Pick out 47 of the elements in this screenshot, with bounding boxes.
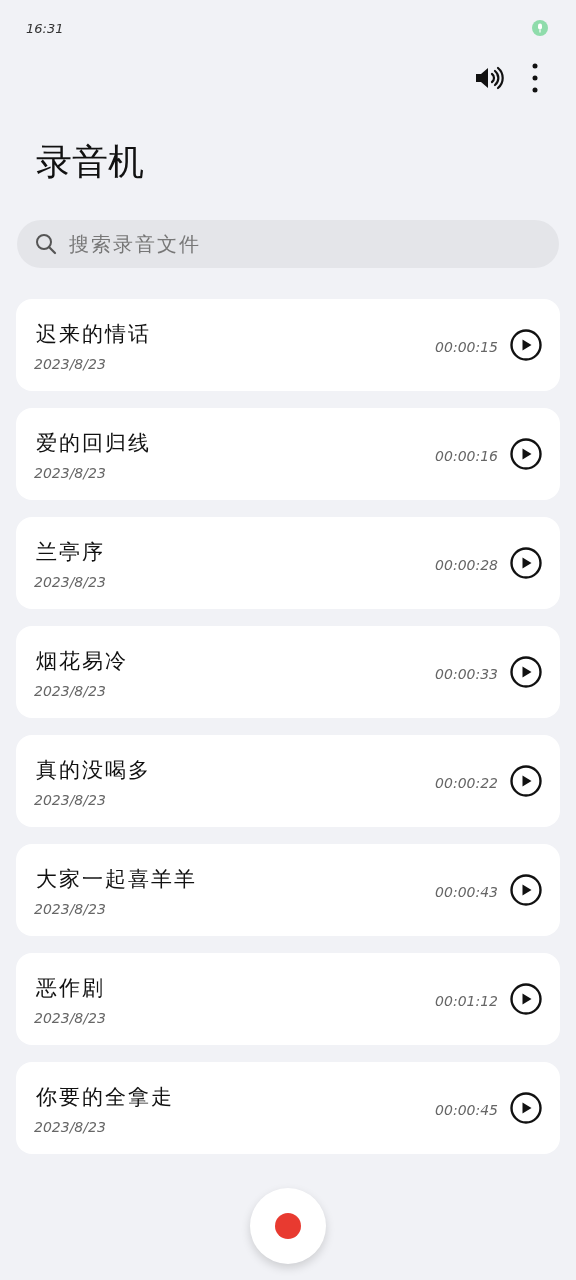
app-title: 录音机: [36, 140, 145, 184]
play-icon[interactable]: [510, 874, 542, 906]
recording-name: 兰亭序: [35, 539, 106, 566]
more-icon[interactable]: [532, 63, 538, 93]
recording-duration: 00:00:15: [435, 339, 498, 355]
recording-date: 2023/8/23: [34, 574, 107, 590]
recording-duration: 00:00:43: [435, 884, 498, 900]
search-field[interactable]: 搜索录音文件: [17, 220, 559, 268]
play-icon[interactable]: [510, 765, 542, 797]
status-time: 16:31: [26, 20, 64, 36]
play-icon[interactable]: [510, 656, 542, 688]
recording-name: 爱的回归线: [35, 430, 152, 457]
microphone-icon: [532, 20, 548, 36]
recording-date: 2023/8/23: [34, 1119, 107, 1135]
play-icon[interactable]: [510, 547, 542, 579]
recording-card[interactable]: 大家一起喜羊羊 2023/8/23 00:00:43: [16, 844, 560, 936]
recording-card[interactable]: 真的没喝多 2023/8/23 00:00:22: [16, 735, 560, 827]
recording-duration: 00:00:45: [435, 1102, 498, 1118]
recording-date: 2023/8/23: [34, 465, 107, 481]
recording-name: 大家一起喜羊羊: [35, 866, 198, 893]
recording-card[interactable]: 兰亭序 2023/8/23 00:00:28: [16, 517, 560, 609]
recording-card[interactable]: 恶作剧 2023/8/23 00:01:12: [16, 953, 560, 1045]
recording-name: 恶作剧: [35, 975, 106, 1002]
play-icon[interactable]: [510, 329, 542, 361]
recording-date: 2023/8/23: [34, 792, 107, 808]
play-icon[interactable]: [510, 438, 542, 470]
recording-date: 2023/8/23: [34, 356, 107, 372]
recording-name: 你要的全拿走: [35, 1084, 175, 1111]
recording-name: 真的没喝多: [35, 757, 152, 784]
recording-date: 2023/8/23: [34, 1010, 107, 1026]
play-icon[interactable]: [510, 983, 542, 1015]
recording-duration: 00:00:22: [435, 775, 498, 791]
recording-card[interactable]: 你要的全拿走 2023/8/23 00:00:45: [16, 1062, 560, 1154]
recording-card[interactable]: 爱的回归线 2023/8/23 00:00:16: [16, 408, 560, 500]
recording-date: 2023/8/23: [34, 683, 107, 699]
recording-card[interactable]: 烟花易冷 2023/8/23 00:00:33: [16, 626, 560, 718]
recording-name: 迟来的情话: [35, 321, 152, 348]
play-icon[interactable]: [510, 1092, 542, 1124]
speaker-icon[interactable]: [474, 65, 506, 91]
record-button[interactable]: [250, 1188, 326, 1264]
recording-duration: 00:00:16: [435, 448, 498, 464]
recording-duration: 00:00:28: [435, 557, 498, 573]
recording-duration: 00:00:33: [435, 666, 498, 682]
recording-duration: 00:01:12: [435, 993, 498, 1009]
recording-card[interactable]: 迟来的情话 2023/8/23 00:00:15: [16, 299, 560, 391]
recording-date: 2023/8/23: [34, 901, 107, 917]
recording-name: 烟花易冷: [35, 648, 129, 675]
